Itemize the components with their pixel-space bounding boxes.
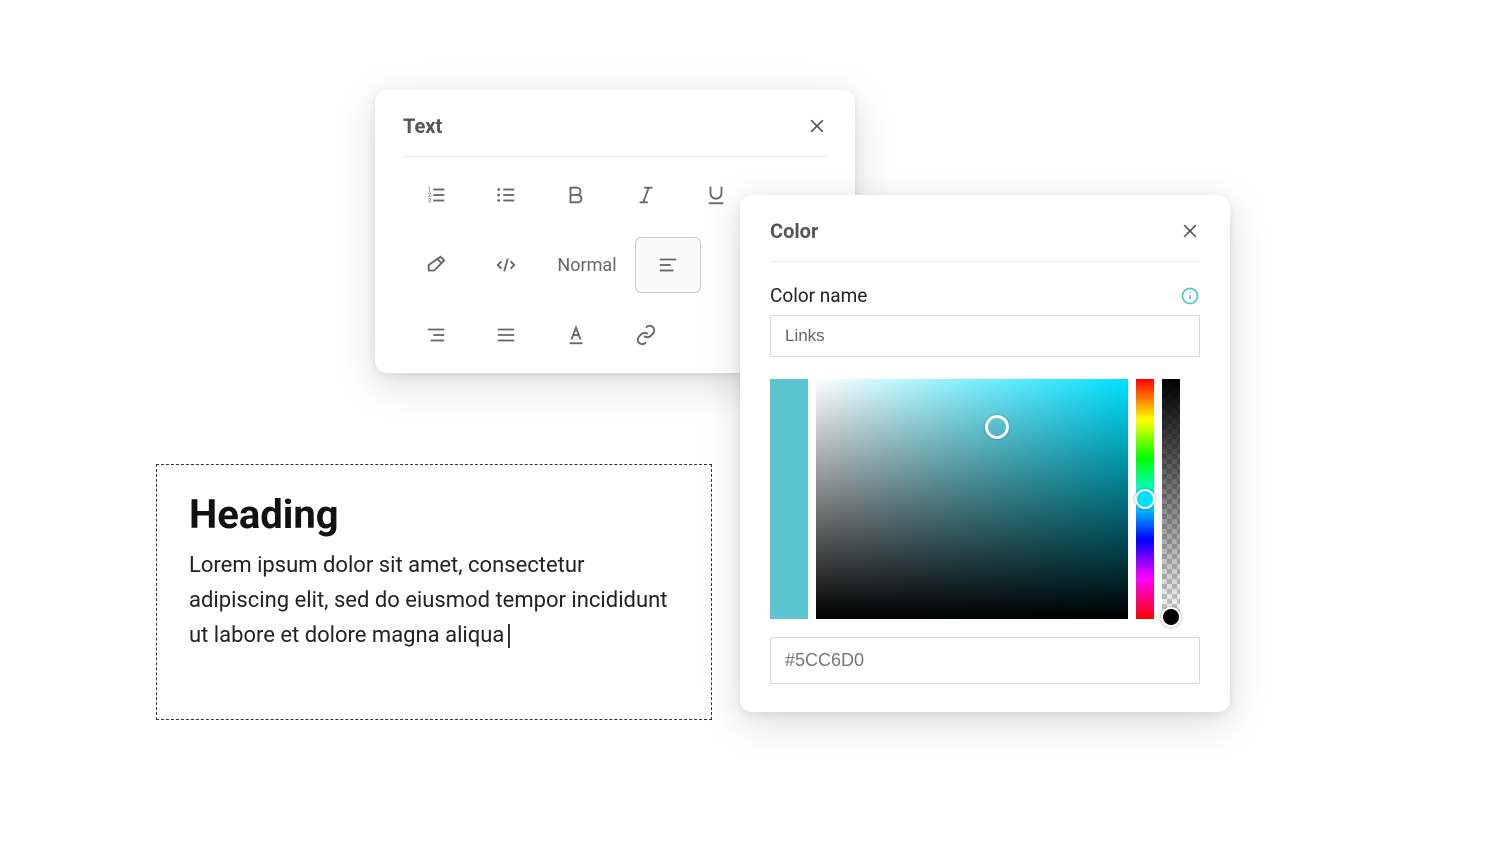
align-right-button[interactable] xyxy=(403,315,469,355)
hue-slider[interactable] xyxy=(1136,379,1154,619)
text-panel-title: Text xyxy=(403,114,442,138)
color-picker-area xyxy=(770,379,1200,619)
color-panel: Color Color name xyxy=(740,195,1230,712)
color-name-input[interactable] xyxy=(770,315,1200,357)
color-name-label: Color name xyxy=(770,284,867,307)
editable-text-block[interactable]: Heading Lorem ipsum dolor sit amet, cons… xyxy=(156,464,712,720)
link-button[interactable] xyxy=(613,315,679,355)
text-color-icon xyxy=(565,324,587,346)
close-button[interactable] xyxy=(1180,221,1200,241)
hue-handle[interactable] xyxy=(1135,489,1155,509)
color-panel-title: Color xyxy=(770,219,818,243)
info-icon[interactable] xyxy=(1180,286,1200,306)
italic-icon xyxy=(635,184,657,206)
text-cursor xyxy=(508,624,510,648)
code-button[interactable] xyxy=(473,245,539,285)
alpha-slider[interactable] xyxy=(1162,379,1180,619)
ordered-list-icon: 123 xyxy=(425,184,447,206)
close-icon xyxy=(1180,221,1200,241)
close-button[interactable] xyxy=(807,116,827,136)
align-left-button[interactable] xyxy=(635,237,701,293)
bold-icon xyxy=(565,184,587,206)
body-text[interactable]: Lorem ipsum dolor sit amet, consectetur … xyxy=(189,548,679,654)
clear-formatting-button[interactable] xyxy=(403,245,469,285)
svg-text:3: 3 xyxy=(428,196,432,204)
color-panel-header: Color xyxy=(770,219,1200,262)
align-justify-icon xyxy=(495,324,517,346)
sv-handle[interactable] xyxy=(985,415,1009,439)
text-color-button[interactable] xyxy=(543,315,609,355)
text-style-dropdown[interactable]: Normal xyxy=(543,255,631,276)
code-icon xyxy=(495,254,517,276)
heading-text[interactable]: Heading xyxy=(189,491,679,538)
italic-button[interactable] xyxy=(613,175,679,215)
unordered-list-icon xyxy=(495,184,517,206)
color-name-row: Color name xyxy=(770,284,1200,307)
color-swatch xyxy=(770,379,808,619)
align-right-icon xyxy=(425,324,447,346)
bold-button[interactable] xyxy=(543,175,609,215)
close-icon xyxy=(807,116,827,136)
ordered-list-button[interactable]: 123 xyxy=(403,175,469,215)
unordered-list-button[interactable] xyxy=(473,175,539,215)
align-left-icon xyxy=(657,254,679,276)
alpha-handle[interactable] xyxy=(1161,607,1181,627)
eraser-icon xyxy=(425,254,447,276)
link-icon xyxy=(635,324,657,346)
body-text-content: Lorem ipsum dolor sit amet, consectetur … xyxy=(189,553,667,648)
align-justify-button[interactable] xyxy=(473,315,539,355)
text-panel-header: Text xyxy=(403,114,827,157)
hex-input[interactable] xyxy=(770,637,1200,684)
saturation-value-picker[interactable] xyxy=(816,379,1128,619)
underline-icon xyxy=(705,184,727,206)
